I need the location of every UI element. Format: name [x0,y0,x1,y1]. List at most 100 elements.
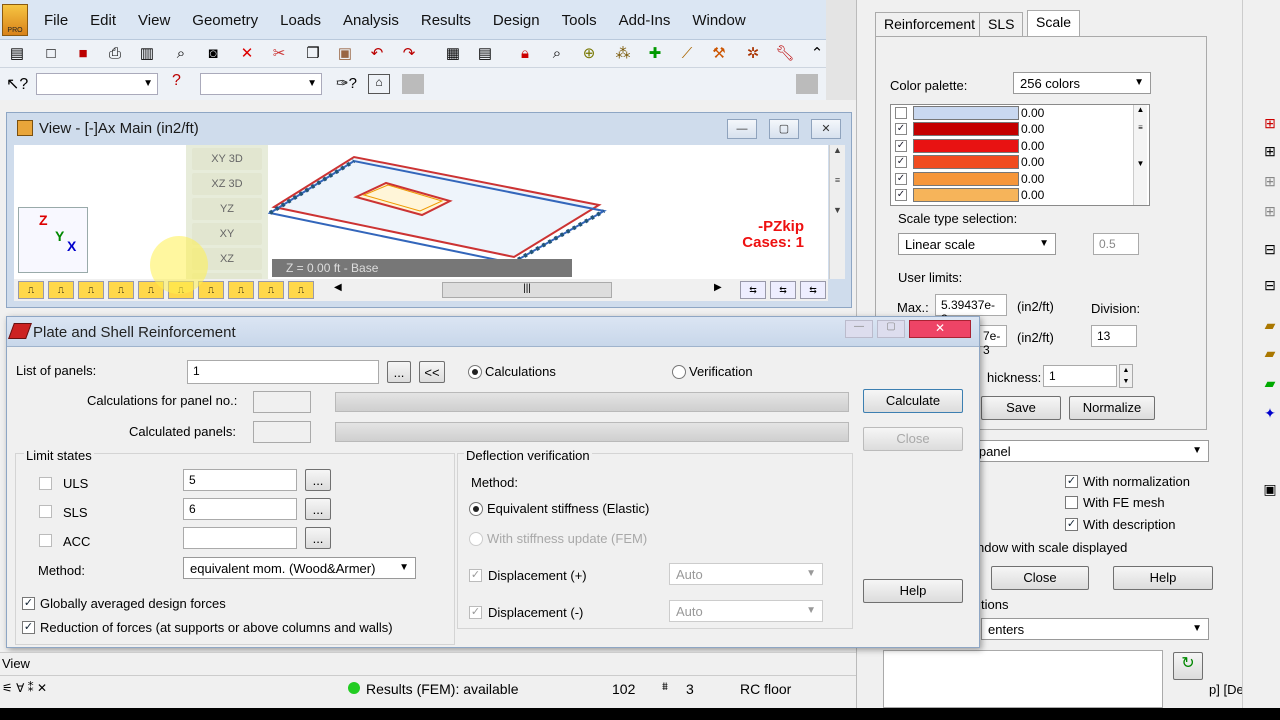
palette-list[interactable]: 0.00 ✓ 0.00 ✓ 0.00 ✓ 0.00 ✓ 0.00 ✓ 0.00 ▲ ≡ ▼ [890,104,1150,206]
grid-tool-icon[interactable]: ⊞ [1259,170,1280,192]
equivalent-stiffness-radio[interactable] [469,502,483,516]
tab-scale[interactable]: Scale [1027,10,1081,36]
minimize-button[interactable]: — [727,119,757,139]
displacement-plus-checkbox[interactable]: ✓ [469,569,482,582]
load-tool-icon[interactable]: ✦ [1259,402,1280,424]
uls-browse-button[interactable]: ... [305,469,331,491]
more-icon[interactable]: ⌃ [806,43,828,65]
menu-edit[interactable]: Edit [82,12,124,29]
projection-xz3d[interactable]: XZ 3D [192,173,262,195]
copy-icon[interactable]: ❐ [302,43,324,65]
structure-icon[interactable]: ⁂ [612,43,634,65]
sls-browse-button[interactable]: ... [305,498,331,520]
list-item[interactable]: ✓ 0.00 [891,171,1149,187]
slab-tool-icon[interactable]: ▰ [1259,342,1280,364]
tab-reinforcement[interactable]: Reinforcement [875,12,985,36]
slab-tool-icon[interactable]: ▰ [1259,372,1280,394]
color-palette-select[interactable]: 256 colors ▼ [1013,72,1151,94]
member-tool-icon[interactable]: ⊟ [1259,274,1280,296]
uls-checkbox[interactable] [39,477,52,490]
home-icon[interactable]: ⌂ [368,74,390,94]
with-description-checkbox[interactable]: ✓ [1065,518,1078,531]
list-item[interactable]: ✓ 0.00 [891,187,1149,203]
close-button[interactable]: Close [991,566,1089,590]
min-field[interactable]: 7e-3 [977,325,1007,357]
print-icon[interactable]: ⎙ [104,43,126,65]
cut-icon[interactable]: ✂ [268,43,290,65]
globally-averaged-checkbox[interactable]: ✓ [22,597,35,610]
case-combo[interactable]: ▼ [200,73,322,95]
question-icon[interactable]: ? [172,72,181,90]
help-button[interactable]: Help [863,579,963,603]
acc-field[interactable] [183,527,297,549]
verification-radio[interactable] [672,365,686,379]
thickness-stepper[interactable]: ▲ ▼ [1119,364,1133,388]
browse-panels-button[interactable]: ... [387,361,411,383]
reduction-forces-checkbox[interactable]: ✓ [22,621,35,634]
menu-geometry[interactable]: Geometry [184,12,266,29]
displacement-minus-checkbox[interactable]: ✓ [469,606,482,619]
combinations-icon[interactable]: ✲ [742,43,764,65]
tab-sls[interactable]: SLS [979,12,1024,36]
description-box[interactable] [883,650,1163,708]
menu-view[interactable]: View [130,12,178,29]
grid-tool-icon[interactable]: ⊞ [1259,200,1280,222]
palette-checkbox[interactable]: ✓ [895,156,907,169]
list-item[interactable]: ✓ 0.00 [891,154,1149,170]
menu-analysis[interactable]: Analysis [335,12,407,29]
minimize-button[interactable]: — [845,320,873,338]
calculations-radio[interactable] [468,365,482,379]
menu-window[interactable]: Window [684,12,753,29]
display-tool-icon[interactable]: ⎍ [78,281,104,299]
calculator-icon[interactable]: ▦ [442,43,464,65]
division-field[interactable]: 13 [1091,325,1137,347]
palette-checkbox[interactable] [895,107,907,119]
menu-design[interactable]: Design [485,12,548,29]
model-view[interactable]: XY 3D XZ 3D YZ XY XZ 3D Z Y X -PZkip Cas… [14,145,828,279]
paste-icon[interactable]: ▣ [334,43,356,65]
menu-results[interactable]: Results [413,12,479,29]
method-select[interactable]: equivalent mom. (Wood&Armer) ▼ [183,557,416,579]
scale-type-select[interactable]: Linear scale ▼ [898,233,1056,255]
help-button[interactable]: Help [1113,566,1213,590]
displacement-plus-select[interactable]: Auto ▼ [669,563,823,585]
list-item[interactable]: 0.00 [891,105,1149,121]
centers-select[interactable]: enters ▼ [981,618,1209,640]
list-of-panels-field[interactable]: 1 [187,360,379,384]
save-button[interactable]: Save [981,396,1061,420]
display-tool-icon[interactable]: ⎍ [228,281,254,299]
menu-tools[interactable]: Tools [554,12,605,29]
selection-combo[interactable]: ▼ [36,73,158,95]
camera-icon[interactable]: ◙ [202,43,224,65]
grid-tool-icon[interactable]: ⊞ [1259,140,1280,162]
display-tool-icon[interactable]: ⎍ [198,281,224,299]
menu-file[interactable]: File [36,12,76,29]
maximize-button[interactable]: ▢ [769,119,799,139]
new-file-icon[interactable]: □ [40,43,62,65]
projection-xy3d[interactable]: XY 3D [192,148,262,170]
pointer-help-icon[interactable]: ↖? [6,74,28,94]
horizontal-scroll-thumb[interactable]: ||| [442,282,612,298]
projection-yz[interactable]: YZ [192,198,262,220]
displacement-minus-select[interactable]: Auto ▼ [669,600,823,622]
table-icon[interactable]: ▤ [474,43,496,65]
max-field[interactable]: 5.39437e-2 [935,294,1007,326]
close-button[interactable]: Close [863,427,963,451]
projection-xy[interactable]: XY [192,223,262,245]
palette-checkbox[interactable]: ✓ [895,139,907,152]
with-fe-mesh-checkbox[interactable] [1065,496,1078,509]
acc-browse-button[interactable]: ... [305,527,331,549]
view-mode-icon[interactable]: ⇆ [800,281,826,299]
measure-icon[interactable]: ⟋ [676,43,698,65]
support-icon[interactable]: ✚ [644,43,666,65]
properties-icon[interactable]: ▤ [6,43,28,65]
save-icon[interactable]: ■ [72,43,94,65]
close-dialog-button[interactable]: ✕ [909,320,971,338]
member-tool-icon[interactable]: ⊟ [1259,238,1280,260]
list-item[interactable]: ✓ 0.00 [891,138,1149,154]
view-tool-icon[interactable]: ▣ [1259,478,1280,500]
slab-tool-icon[interactable]: ▰ [1259,314,1280,336]
refresh-icon[interactable]: ↻ [1173,652,1203,680]
delete-icon[interactable]: ✕ [236,43,258,65]
palette-scrollbar[interactable]: ▲ ≡ ▼ [1133,105,1147,205]
